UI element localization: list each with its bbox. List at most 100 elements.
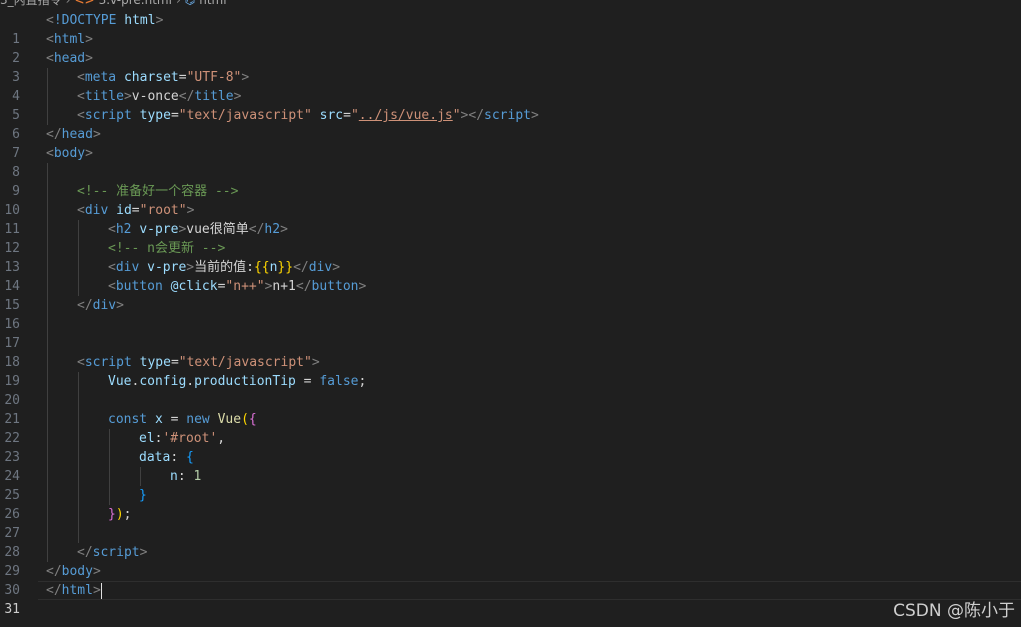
breadcrumb-element[interactable]: html	[199, 0, 226, 8]
indent-guide	[78, 258, 79, 277]
indent-guide	[47, 258, 48, 277]
indent-guide	[47, 353, 48, 372]
indent-guide	[47, 106, 48, 125]
indent-guide	[78, 429, 79, 448]
indent-guide	[78, 505, 79, 524]
indent-guide	[47, 543, 48, 562]
code-line[interactable]: 3 <head>	[0, 49, 1021, 85]
indent-guide	[78, 220, 79, 239]
code-line[interactable]: 5 <title>v-once</title>	[0, 87, 1021, 123]
indent-guide	[47, 429, 48, 448]
indent-guide	[47, 505, 48, 524]
code-line[interactable]: 2 <html>	[0, 30, 1021, 66]
indent-guide	[140, 467, 141, 486]
code-line-current[interactable]: 31 </html>	[0, 581, 1021, 617]
code-line[interactable]: 25 n: 1	[0, 467, 1021, 503]
indent-guide	[47, 315, 48, 334]
indent-guide	[78, 391, 79, 410]
code-line[interactable]: 8 <body>	[0, 144, 1021, 180]
indent-guide	[109, 448, 110, 467]
code-line[interactable]: 21	[0, 391, 1021, 427]
code-line[interactable]: 6 <script type="text/javascript" src="..…	[0, 106, 1021, 142]
code-line[interactable]: 27 });	[0, 505, 1021, 541]
line-code: <button @click="n++">n+1</button>	[108, 279, 367, 294]
line-number: 31	[4, 602, 20, 617]
line-code: <html>	[46, 32, 93, 47]
indent-guide	[47, 410, 48, 429]
line-code: <!-- 准备好一个容器 -->	[77, 184, 239, 199]
code-line[interactable]: 13 <!-- n会更新 -->	[0, 239, 1021, 275]
code-line[interactable]: 24 data: {	[0, 448, 1021, 484]
indent-guide	[78, 239, 79, 258]
indent-guide	[47, 182, 48, 201]
src-link[interactable]: ../js/vue.js	[359, 108, 453, 123]
code-line[interactable]: 10 <!-- 准备好一个容器 -->	[0, 182, 1021, 218]
line-code: <head>	[46, 51, 93, 66]
line-code: </head>	[46, 127, 101, 142]
line-code: <div v-pre>当前的值:{{n}}</div>	[108, 260, 341, 275]
code-line[interactable]: 29 </script>	[0, 543, 1021, 579]
indent-guide	[47, 391, 48, 410]
indent-guide	[47, 372, 48, 391]
code-line[interactable]: 1 <!DOCTYPE html>	[0, 11, 1021, 47]
indent-guide	[47, 239, 48, 258]
code-line[interactable]: 4 <meta charset="UTF-8">	[0, 68, 1021, 104]
indent-guide	[47, 201, 48, 220]
code-line[interactable]: 30 </body>	[0, 562, 1021, 598]
line-code: data: {	[139, 450, 194, 465]
line-code: <div id="root">	[77, 203, 195, 218]
indent-guide	[78, 372, 79, 391]
line-code: const x = new Vue({	[108, 412, 257, 427]
indent-guide	[78, 410, 79, 429]
code-line[interactable]: 9	[0, 163, 1021, 199]
line-code: n: 1	[170, 469, 202, 484]
code-line[interactable]: 19 <script type="text/javascript">	[0, 353, 1021, 389]
line-code: <meta charset="UTF-8">	[77, 70, 250, 85]
code-line[interactable]: 15 <button @click="n++">n+1</button>	[0, 277, 1021, 313]
code-line[interactable]: 11 <div id="root">	[0, 201, 1021, 237]
indent-guide	[47, 277, 48, 296]
indent-guide	[47, 220, 48, 239]
line-code: <!-- n会更新 -->	[108, 241, 226, 256]
indent-guide	[47, 448, 48, 467]
line-code: <body>	[46, 146, 93, 161]
code-line[interactable]: 16 </div>	[0, 296, 1021, 332]
line-code: <script type="text/javascript">	[77, 355, 320, 370]
element-icon: ⌬	[184, 0, 196, 7]
indent-guide	[47, 524, 48, 543]
line-code: </body>	[46, 564, 101, 579]
indent-guide	[78, 486, 79, 505]
indent-guide	[109, 429, 110, 448]
chevron-right-icon: ›	[175, 0, 181, 7]
code-line[interactable]: 7 </head>	[0, 125, 1021, 161]
indent-guide	[47, 87, 48, 106]
code-line[interactable]: 26 }	[0, 486, 1021, 522]
breadcrumb[interactable]: 3_内置指令 › <> 3.v-pre.html › ⌬ html	[0, 0, 227, 8]
line-code: </script>	[77, 545, 148, 560]
code-line[interactable]: 22 const x = new Vue({	[0, 410, 1021, 446]
line-code: </html>	[46, 582, 102, 599]
indent-guide	[109, 486, 110, 505]
indent-guide	[47, 68, 48, 87]
chevron-right-icon: ›	[65, 0, 71, 7]
code-line[interactable]: 17	[0, 315, 1021, 351]
code-line[interactable]: 18	[0, 334, 1021, 370]
indent-guide	[78, 467, 79, 486]
code-line[interactable]: 28	[0, 524, 1021, 560]
line-code: </div>	[77, 298, 124, 313]
breadcrumb-file[interactable]: 3.v-pre.html	[99, 0, 172, 8]
indent-guide	[78, 524, 79, 543]
code-line[interactable]: 12 <h2 v-pre>vue很简单</h2>	[0, 220, 1021, 256]
line-code: <script type="text/javascript" src="../j…	[77, 108, 539, 123]
line-code: <title>v-once</title>	[77, 89, 242, 104]
line-code: <!DOCTYPE html>	[46, 13, 164, 28]
breadcrumb-folder[interactable]: 3_内置指令	[0, 0, 62, 8]
indent-guide	[47, 467, 48, 486]
code-line[interactable]: 23 el:'#root',	[0, 429, 1021, 465]
code-line[interactable]: 20 Vue.config.productionTip = false;	[0, 372, 1021, 408]
code-editor[interactable]: 1 <!DOCTYPE html> 2 <html> 3 <head> 4 <m…	[0, 11, 1021, 617]
indent-guide	[47, 486, 48, 505]
line-code: Vue.config.productionTip = false;	[108, 374, 367, 389]
html-file-icon: <>	[74, 0, 95, 7]
code-line[interactable]: 14 <div v-pre>当前的值:{{n}}</div>	[0, 258, 1021, 294]
